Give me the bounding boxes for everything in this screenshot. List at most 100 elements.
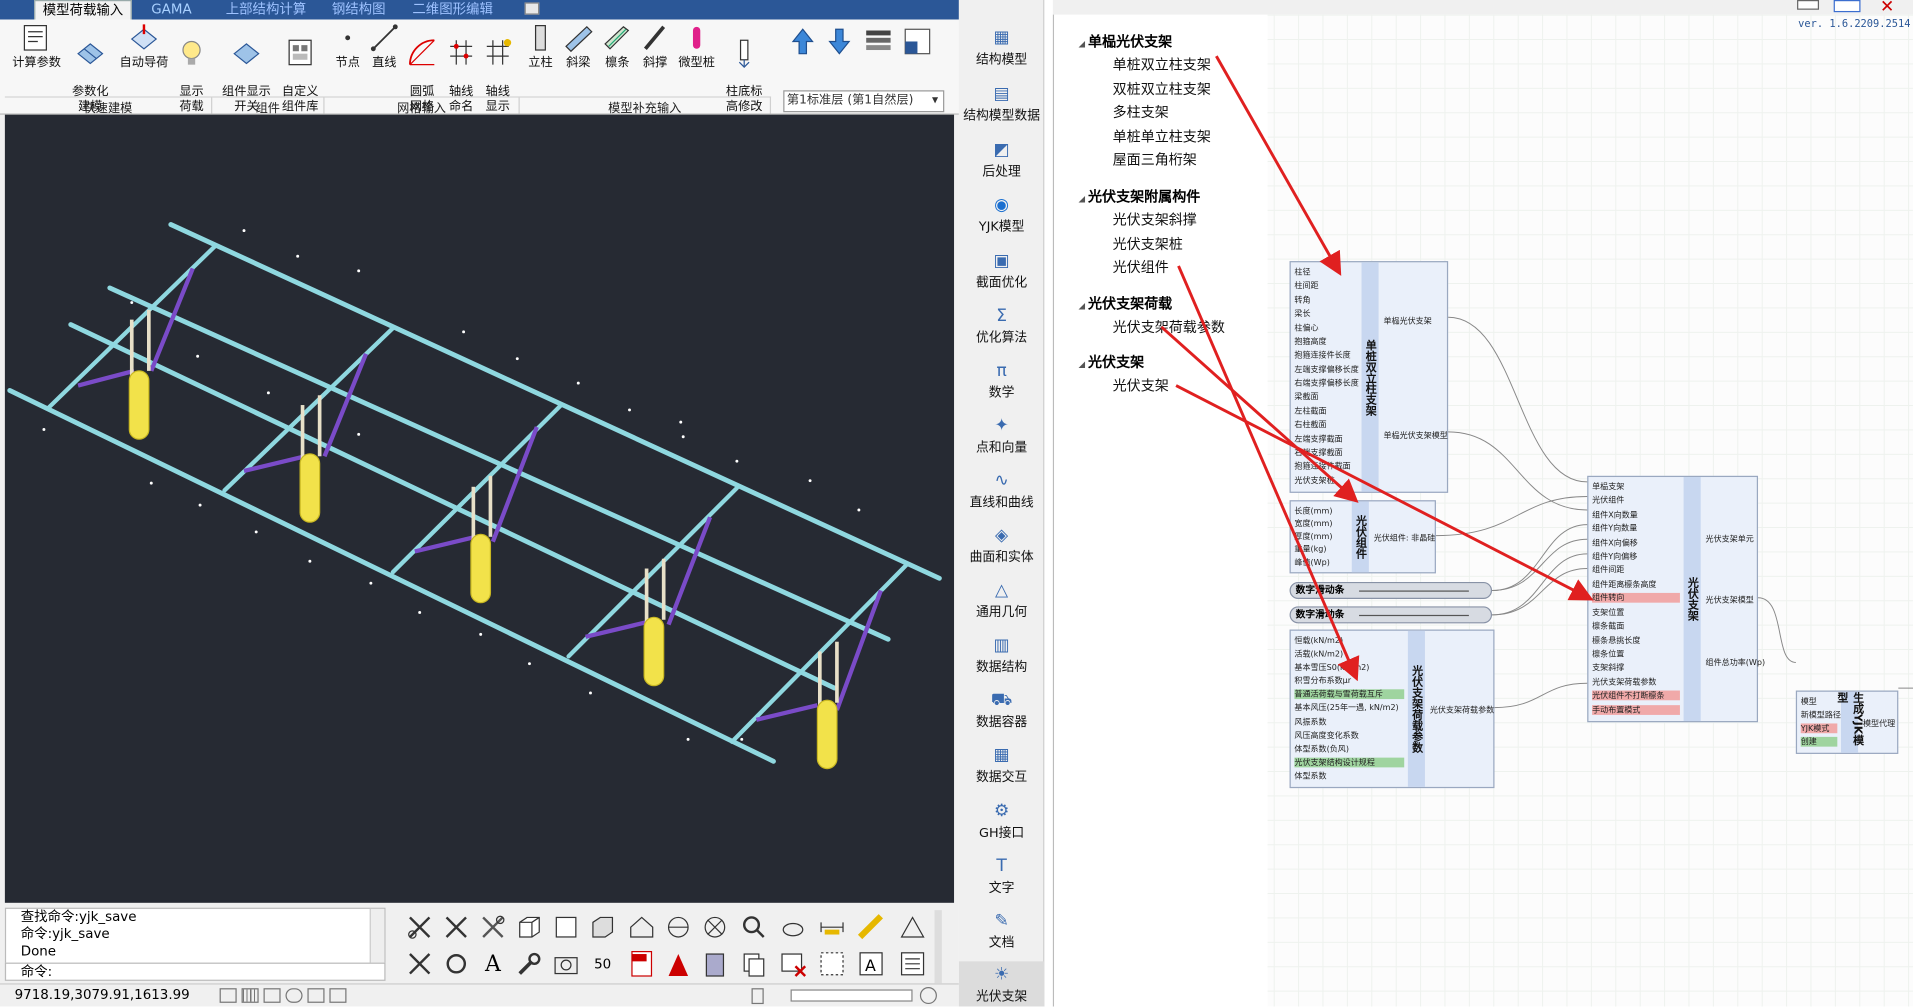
micro-pile-button[interactable]: 微型桩: [676, 22, 717, 71]
floor-select-value: 第1标准层 (第1自然层): [786, 93, 914, 108]
ortho-toggle[interactable]: [263, 988, 281, 1003]
scale-50-icon[interactable]: 50: [586, 947, 620, 981]
nav-item[interactable]: ◩ 后处理: [959, 137, 1044, 186]
pdf-icon[interactable]: [625, 947, 659, 981]
calc-params-button[interactable]: 计算参数: [10, 22, 64, 71]
floor-view-icon[interactable]: [903, 27, 932, 56]
front-view-icon[interactable]: [549, 910, 583, 944]
auto-load-button[interactable]: 自动导荷: [117, 22, 171, 71]
nav-label: 数据交互: [976, 769, 1028, 785]
auto-load-label: 自动导荷: [119, 56, 169, 70]
list-icon[interactable]: [895, 947, 929, 981]
nav-item[interactable]: ✎ 文档: [959, 908, 1044, 957]
delete-icon[interactable]: [776, 947, 810, 981]
layers-icon[interactable]: [864, 27, 893, 56]
camera-icon[interactable]: [549, 947, 583, 981]
tab-gama[interactable]: GAMA: [151, 0, 191, 20]
grid-toggle[interactable]: [241, 988, 259, 1003]
command-input[interactable]: 命令:: [4, 962, 386, 981]
toolbar-scrollbar[interactable]: [934, 910, 942, 984]
settings-gear-icon[interactable]: [919, 986, 937, 1005]
mirror-copy-icon[interactable]: [403, 947, 437, 981]
param-model-icon: [77, 43, 104, 65]
zoom-extents-icon[interactable]: [698, 910, 732, 944]
nav-item[interactable]: ▦ 数据交互: [959, 742, 1044, 791]
wire: [1448, 316, 1588, 483]
nav-label: 通用几何: [976, 605, 1028, 620]
select-icon[interactable]: [815, 947, 849, 981]
nav-item[interactable]: △ 通用几何: [959, 577, 1044, 626]
floor-select[interactable]: 第1标准层 (第1自然层) ▾: [783, 90, 945, 113]
nav-item[interactable]: ▦ 结构模型: [959, 24, 1044, 73]
brace-button[interactable]: 斜撑: [639, 22, 671, 71]
line-button[interactable]: 直线: [368, 22, 400, 71]
nav-label: 曲面和实体: [969, 550, 1034, 565]
command-scrollbar[interactable]: [369, 908, 385, 963]
home-view-icon[interactable]: [625, 910, 659, 944]
snap-toggle[interactable]: [219, 988, 237, 1003]
osnap-toggle[interactable]: [307, 988, 325, 1003]
text-tool-icon[interactable]: A: [476, 947, 510, 981]
node-button[interactable]: 节点: [332, 22, 364, 71]
purlin-button[interactable]: 檩条: [600, 22, 634, 71]
tab-steel-drawing[interactable]: 钢结构图: [332, 0, 386, 20]
angle-dim-icon[interactable]: [895, 910, 929, 944]
rotate-tool-icon[interactable]: [439, 947, 473, 981]
trim-tool-icon[interactable]: [476, 910, 510, 944]
teapot-icon[interactable]: [776, 910, 810, 944]
building-icon[interactable]: [698, 947, 732, 981]
nav-icon: ▥: [993, 635, 1010, 656]
nav-item[interactable]: ▥ 数据结构: [959, 632, 1044, 681]
model-viewport[interactable]: [4, 114, 955, 903]
grasshopper-canvas[interactable]: ver. 1.6.2209.2514 ◢ 单榀光伏支架 单桩双立柱支架 双桩双立柱支…: [1052, 14, 1913, 1007]
node-icon: [345, 35, 351, 41]
nav-item[interactable]: ⚙ GH接口: [959, 798, 1044, 847]
column-icon: [534, 25, 546, 51]
tab-structure-calc[interactable]: 上部结构计算: [226, 0, 307, 20]
tab-model-load[interactable]: 模型荷载输入: [34, 0, 132, 20]
down-arrow-icon[interactable]: [827, 27, 851, 56]
box-tool-icon[interactable]: [512, 910, 546, 944]
tab-overflow-button[interactable]: [524, 2, 540, 15]
window-maximize-button[interactable]: [1833, 0, 1861, 13]
iso-view-icon[interactable]: [586, 910, 620, 944]
up-arrow-icon[interactable]: [791, 27, 815, 56]
wrench-icon[interactable]: [512, 947, 546, 981]
export-pdf-icon[interactable]: [661, 947, 695, 981]
nav-item[interactable]: ☀ 光伏支架: [958, 961, 1045, 1007]
trash-icon[interactable]: [751, 988, 764, 1005]
nav-item[interactable]: ◈ 曲面和实体: [959, 522, 1044, 571]
purlin-icon: [604, 26, 630, 50]
line-icon: [370, 24, 398, 52]
window-restore-button[interactable]: [1797, 0, 1820, 10]
nav-icon: △: [995, 580, 1009, 601]
nav-item[interactable]: ◉ YJK模型: [959, 192, 1044, 241]
tab-2d-edit[interactable]: 二维图形编辑: [412, 0, 493, 20]
nav-label: 优化算法: [976, 330, 1028, 346]
nav-item[interactable]: Σ 优化算法: [959, 303, 1044, 352]
nav-item[interactable]: ✦ 点和向量: [959, 412, 1044, 461]
lineweight-toggle[interactable]: [329, 988, 347, 1003]
column-button[interactable]: 立柱: [525, 22, 557, 71]
slant-beam-button[interactable]: 斜梁: [561, 22, 595, 71]
nav-label: 光伏支架: [976, 989, 1028, 1005]
dimension-icon[interactable]: [815, 910, 849, 944]
nav-label: 点和向量: [976, 440, 1028, 456]
copy-icon[interactable]: [737, 947, 771, 981]
command-prompt: 命令:: [20, 963, 53, 980]
nav-item[interactable]: π 数学: [959, 357, 1044, 406]
mirror-tool-icon[interactable]: [403, 910, 437, 944]
nav-item[interactable]: ▣ 截面优化: [959, 248, 1044, 297]
nav-label: YJK模型: [978, 219, 1025, 235]
nav-item[interactable]: T 文字: [959, 853, 1044, 902]
nav-item[interactable]: ∿ 直线和曲线: [959, 467, 1044, 516]
text-frame-icon[interactable]: A: [854, 947, 888, 981]
nav-item[interactable]: ▤ 结构模型数据: [959, 81, 1044, 130]
zoom-icon[interactable]: [737, 910, 771, 944]
calc-params-label: 计算参数: [12, 56, 61, 70]
cut-tool-icon[interactable]: [439, 910, 473, 944]
orbit-icon[interactable]: [661, 910, 695, 944]
ruler-icon[interactable]: [854, 910, 888, 944]
polar-toggle[interactable]: [285, 988, 303, 1003]
nav-item[interactable]: ⛟ 数据容器: [959, 687, 1044, 736]
